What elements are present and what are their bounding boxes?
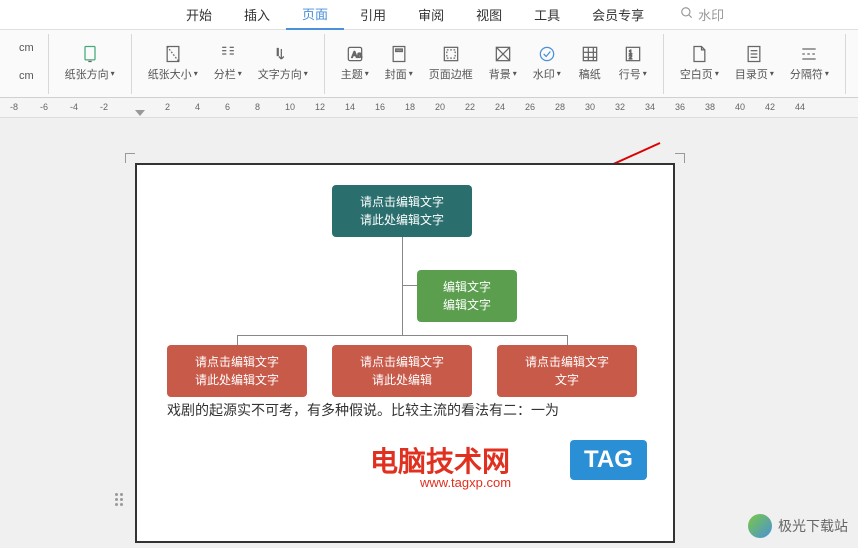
watermark-icon xyxy=(537,44,557,64)
watermark-button[interactable]: 水印▾ xyxy=(525,34,569,92)
chevron-down-icon: ▾ xyxy=(238,69,242,78)
search-icon xyxy=(680,6,694,23)
paper-direction-icon xyxy=(80,44,100,64)
chevron-down-icon: ▾ xyxy=(643,69,647,78)
document-page[interactable]: 请点击编辑文字 请此处编辑文字 编辑文字 编辑文字 请点击编辑文字 请此处编辑文… xyxy=(135,163,675,543)
page-corner xyxy=(675,153,685,163)
ruler-indent-marker[interactable] xyxy=(135,110,145,116)
separator-button[interactable]: 分隔符▾ xyxy=(782,34,837,92)
body-text[interactable]: 戏剧的起源实不可考，有多种假说。比较主流的看法有二：一为 xyxy=(167,400,559,420)
org-node-child[interactable]: 请点击编辑文字 文字 xyxy=(497,345,637,397)
blank-page-icon xyxy=(689,44,709,64)
ruler[interactable]: -8 -6 -4 -2 2 4 6 8 10 12 14 16 18 20 22… xyxy=(0,98,858,118)
manuscript-button[interactable]: 稿纸 xyxy=(569,34,611,92)
chevron-down-icon: ▾ xyxy=(557,69,561,78)
org-node-child[interactable]: 请点击编辑文字 请此处编辑文字 xyxy=(167,345,307,397)
org-chart[interactable]: 请点击编辑文字 请此处编辑文字 编辑文字 编辑文字 请点击编辑文字 请此处编辑文… xyxy=(137,165,673,541)
footer-logo: 极光下载站 xyxy=(748,514,848,538)
margin-top[interactable]: cm xyxy=(13,34,40,62)
toc-icon xyxy=(744,44,764,64)
page-border-icon xyxy=(441,44,461,64)
margin-bottom[interactable]: cm xyxy=(13,62,40,90)
connector xyxy=(237,335,567,336)
paper-size-icon xyxy=(163,44,183,64)
manuscript-icon xyxy=(580,44,600,64)
menu-view[interactable]: 视图 xyxy=(460,0,518,29)
menu-review[interactable]: 审阅 xyxy=(402,0,460,29)
line-number-icon: 12 xyxy=(623,44,643,64)
paper-size-button[interactable]: 纸张大小▾ xyxy=(140,34,206,92)
watermark-text: 电脑技术网 xyxy=(370,440,510,480)
page-border-button[interactable]: 页面边框 xyxy=(421,34,481,92)
background-icon xyxy=(493,44,513,64)
chevron-down-icon: ▾ xyxy=(409,69,413,78)
tag-badge: TAG xyxy=(570,440,647,480)
watermark-url: www.tagxp.com xyxy=(420,475,511,490)
chevron-down-icon: ▾ xyxy=(365,69,369,78)
menu-bar: 开始 插入 页面 引用 审阅 视图 工具 会员专享 水印 xyxy=(0,0,858,30)
chevron-down-icon: ▾ xyxy=(111,69,115,78)
svg-text:Aa: Aa xyxy=(351,49,362,59)
background-button[interactable]: 背景▾ xyxy=(481,34,525,92)
blank-page-button[interactable]: 空白页▾ xyxy=(672,34,727,92)
menu-start[interactable]: 开始 xyxy=(170,0,228,29)
chevron-down-icon: ▾ xyxy=(304,69,308,78)
toc-button[interactable]: 目录页▾ xyxy=(727,34,782,92)
drag-handle-icon[interactable] xyxy=(115,493,127,505)
menu-insert[interactable]: 插入 xyxy=(228,0,286,29)
connector xyxy=(402,285,417,286)
chevron-down-icon: ▾ xyxy=(715,69,719,78)
chevron-down-icon: ▾ xyxy=(513,69,517,78)
columns-icon xyxy=(218,44,238,64)
text-direction-icon: I xyxy=(273,44,293,64)
chevron-down-icon: ▾ xyxy=(194,69,198,78)
line-number-button[interactable]: 12 行号▾ xyxy=(611,34,655,92)
org-node-root[interactable]: 请点击编辑文字 请此处编辑文字 xyxy=(332,185,472,237)
svg-text:2: 2 xyxy=(629,55,632,61)
toolbar: cm cm 纸张方向▾ 纸张大小▾ 分栏▾ I 文字方向▾ Aa 主题▾ 封面▾ xyxy=(0,30,858,98)
paper-direction-button[interactable]: 纸张方向▾ xyxy=(57,34,123,92)
theme-icon: Aa xyxy=(345,44,365,64)
columns-button[interactable]: 分栏▾ xyxy=(206,34,250,92)
chevron-down-icon: ▾ xyxy=(825,69,829,78)
search-text: 水印 xyxy=(698,5,724,24)
org-node-child[interactable]: 请点击编辑文字 请此处编辑 xyxy=(332,345,472,397)
menu-tools[interactable]: 工具 xyxy=(518,0,576,29)
menu-page[interactable]: 页面 xyxy=(286,0,344,30)
menu-reference[interactable]: 引用 xyxy=(344,0,402,29)
chevron-down-icon: ▾ xyxy=(770,69,774,78)
cover-button[interactable]: 封面▾ xyxy=(377,34,421,92)
page-corner xyxy=(125,153,135,163)
connector xyxy=(237,335,238,345)
menu-member[interactable]: 会员专享 xyxy=(576,0,660,29)
connector xyxy=(567,335,568,345)
cover-icon xyxy=(389,44,409,64)
theme-button[interactable]: Aa 主题▾ xyxy=(333,34,377,92)
separator-icon xyxy=(799,44,819,64)
logo-icon xyxy=(748,514,772,538)
connector xyxy=(402,285,403,335)
org-node-middle[interactable]: 编辑文字 编辑文字 xyxy=(417,270,517,322)
search-box[interactable]: 水印 xyxy=(680,5,724,24)
text-direction-button[interactable]: I 文字方向▾ xyxy=(250,34,316,92)
